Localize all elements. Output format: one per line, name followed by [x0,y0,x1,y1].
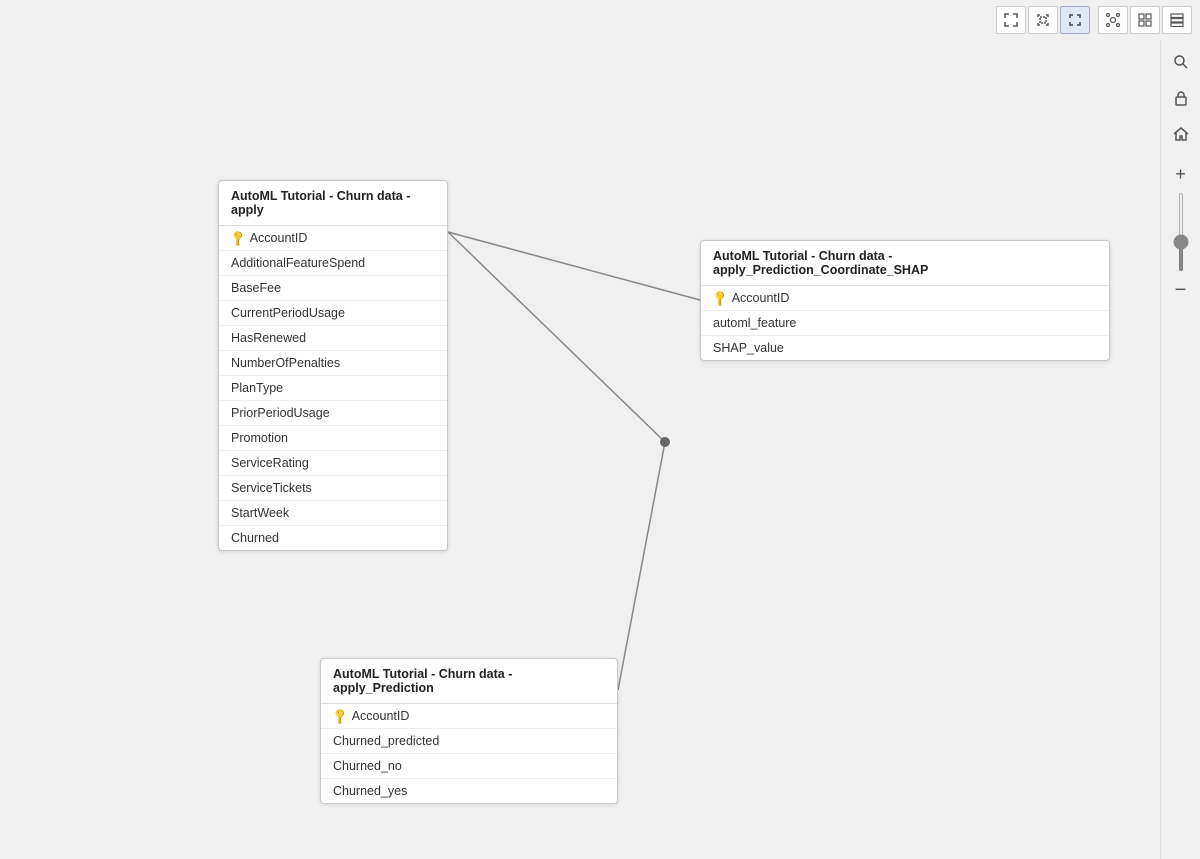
node-apply-field-churned: Churned [219,526,447,550]
node-apply-field-currentperiodusage: CurrentPeriodUsage [219,301,447,326]
node-apply-title: AutoML Tutorial - Churn data - apply [219,181,447,226]
search-icon[interactable] [1167,48,1195,76]
node-apply-field-hasrenewed: HasRenewed [219,326,447,351]
node-apply-field-plantype: PlanType [219,376,447,401]
grid-view-button[interactable] [1130,6,1160,34]
node-apply-field-priorperiodusage: PriorPeriodUsage [219,401,447,426]
node-pred-field-churned-no: Churned_no [321,754,617,779]
home-icon[interactable] [1167,120,1195,148]
node-shap-field-automl-feature: automl_feature [701,311,1109,336]
node-shap-title: AutoML Tutorial - Churn data - apply_Pre… [701,241,1109,286]
node-pred-title: AutoML Tutorial - Churn data - apply_Pre… [321,659,617,704]
node-apply-field-promotion: Promotion [219,426,447,451]
node-shap-field-shap-value: SHAP_value [701,336,1109,360]
key-icon-shap: 🔑 [710,289,729,308]
zoom-controls: + − [1167,160,1195,304]
node-shap: AutoML Tutorial - Churn data - apply_Pre… [700,240,1110,361]
zoom-slider[interactable] [1179,192,1183,272]
view-controls [996,6,1090,34]
zoom-out-button[interactable]: − [1167,276,1195,304]
key-icon: 🔑 [228,229,247,248]
fit-window-button[interactable] [996,6,1026,34]
node-apply: AutoML Tutorial - Churn data - apply 🔑 A… [218,180,448,551]
canvas: AutoML Tutorial - Churn data - apply 🔑 A… [0,40,1160,859]
node-apply-field-servicetickets: ServiceTickets [219,476,447,501]
display-mode-controls [1098,6,1192,34]
node-apply-field-basefee: BaseFee [219,276,447,301]
lock-icon[interactable] [1167,84,1195,112]
node-pred-field-accountid: 🔑 AccountID [321,704,617,729]
node-shap-field-accountid: 🔑 AccountID [701,286,1109,311]
expand-button[interactable] [1060,6,1090,34]
fit-selection-button[interactable] [1028,6,1058,34]
node-prediction: AutoML Tutorial - Churn data - apply_Pre… [320,658,618,804]
node-apply-field-servicerating: ServiceRating [219,451,447,476]
toolbar [984,0,1200,40]
list-view-button[interactable] [1162,6,1192,34]
right-sidebar: + − [1160,40,1200,859]
node-apply-field-accountid: 🔑 AccountID [219,226,447,251]
key-icon-pred: 🔑 [330,707,349,726]
node-apply-field-additionalfeaturespend: AdditionalFeatureSpend [219,251,447,276]
node-apply-field-startweek: StartWeek [219,501,447,526]
node-pred-field-churned-predicted: Churned_predicted [321,729,617,754]
nodes-view-button[interactable] [1098,6,1128,34]
node-apply-field-numberofpenalties: NumberOfPenalties [219,351,447,376]
zoom-in-button[interactable]: + [1167,160,1195,188]
node-pred-field-churned-yes: Churned_yes [321,779,617,803]
